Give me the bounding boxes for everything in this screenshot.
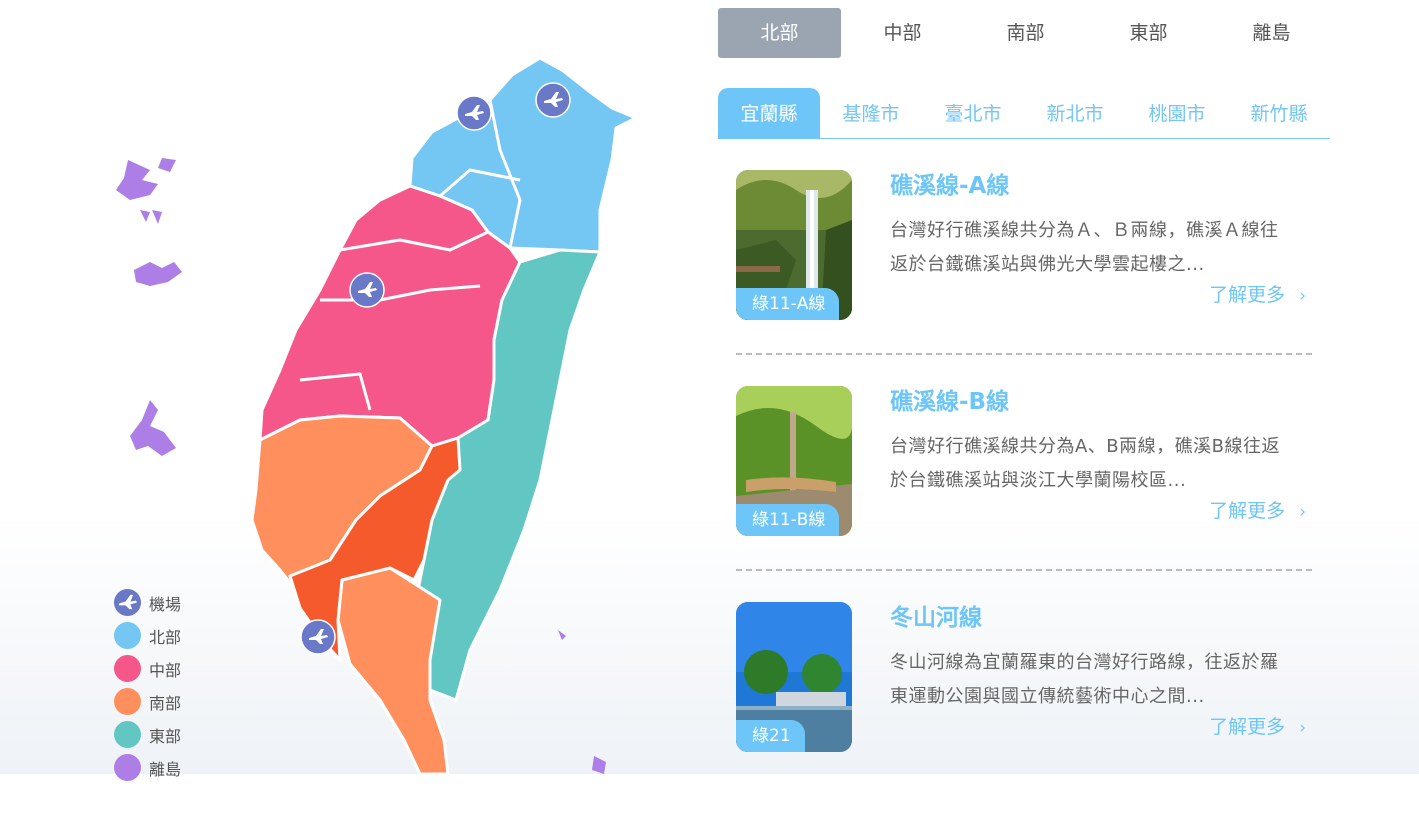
route-description: 台灣好行礁溪線共分為Ａ、Ｂ兩線，礁溪Ａ線往 返於台鐵礁溪站與佛光大學雲起樓之..… [890, 214, 1312, 282]
tab-county-yilan[interactable]: 宜蘭縣 [718, 88, 820, 138]
airport-taichung [349, 272, 385, 308]
dashed-divider [736, 569, 1312, 571]
taiwan-map: 機場 北部 中部 南部 東部 離島 [0, 0, 700, 781]
route-thumbnail[interactable]: 綠21 [736, 602, 852, 752]
tab-region-central[interactable]: 中部 [841, 8, 964, 58]
tab-region-north[interactable]: 北部 [718, 8, 841, 58]
airplane-icon [114, 589, 141, 616]
learn-more-label: 了解更多 [1209, 500, 1286, 522]
route-card: 綠11-A線 礁溪線-A線 台灣好行礁溪線共分為Ａ、Ｂ兩線，礁溪Ａ線往 返於台鐵… [736, 170, 1312, 386]
route-badge: 綠21 [736, 720, 805, 752]
route-title[interactable]: 冬山河線 [890, 602, 982, 634]
tab-region-islands[interactable]: 離島 [1210, 8, 1333, 58]
map-legend: 機場 北部 中部 南部 東部 離島 [114, 586, 181, 784]
route-thumbnail[interactable]: 綠11-B線 [736, 386, 852, 536]
tab-county-keelung[interactable]: 基隆市 [820, 88, 922, 138]
tab-county-taoyuan[interactable]: 桃園市 [1126, 88, 1228, 138]
airport-taoyuan [535, 82, 571, 118]
route-card: 綠21 冬山河線 冬山河線為宜蘭羅東的台灣好行路線，往返於羅 東運動公園與國立傳… [736, 602, 1312, 818]
route-description-line: 台灣好行礁溪線共分為Ａ、Ｂ兩線，礁溪Ａ線往 [890, 220, 1279, 241]
route-card: 綠11-B線 礁溪線-B線 台灣好行礁溪線共分為A、B兩線，礁溪B線往返 於台鐵… [736, 386, 1312, 602]
map-region-central[interactable] [258, 184, 522, 448]
chevron-right-icon: › [1299, 502, 1306, 522]
legend-label: 南部 [149, 693, 182, 713]
legend-item-south: 南部 [114, 685, 181, 718]
taiwan-map-svg [116, 56, 638, 776]
legend-swatch [114, 622, 141, 649]
route-thumbnail[interactable]: 綠11-A線 [736, 170, 852, 320]
airport-songshan [456, 95, 492, 131]
legend-item-east: 東部 [114, 718, 181, 751]
chevron-right-icon: › [1299, 718, 1306, 738]
route-badge: 綠11-B線 [736, 504, 840, 536]
legend-label: 離島 [149, 759, 182, 779]
legend-item-central: 中部 [114, 652, 181, 685]
legend-item-north: 北部 [114, 619, 181, 652]
route-description: 台灣好行礁溪線共分為A、B兩線，礁溪B線往返 於台鐵礁溪站與淡江大學蘭陽校區..… [890, 430, 1312, 498]
legend-swatch [114, 688, 141, 715]
route-description-line: 返於台鐵礁溪站與佛光大學雲起樓之... [890, 254, 1205, 275]
legend-swatch [114, 655, 141, 682]
map-region-south-2[interactable] [336, 566, 450, 776]
learn-more-label: 了解更多 [1209, 716, 1286, 738]
route-description-line: 東運動公園與國立傳統藝術中心之間... [890, 686, 1205, 707]
route-description-line: 於台鐵礁溪站與淡江大學蘭陽校區... [890, 470, 1187, 491]
legend-label: 東部 [149, 726, 182, 746]
legend-label: 中部 [149, 660, 182, 680]
learn-more-link[interactable]: 了解更多 › [1209, 496, 1306, 523]
route-title[interactable]: 礁溪線-A線 [890, 170, 1009, 202]
route-description-line: 台灣好行礁溪線共分為A、B兩線，礁溪B線往返 [890, 436, 1281, 457]
legend-item-airport: 機場 [114, 586, 181, 619]
legend-swatch [114, 754, 141, 781]
tab-region-south[interactable]: 南部 [964, 8, 1087, 58]
legend-item-islands: 離島 [114, 751, 181, 784]
legend-label: 北部 [149, 627, 182, 647]
airport-kaohsiung [300, 619, 336, 655]
route-badge: 綠11-A線 [736, 288, 840, 320]
route-description: 冬山河線為宜蘭羅東的台灣好行路線，往返於羅 東運動公園與國立傳統藝術中心之間..… [890, 646, 1312, 714]
route-list: 綠11-A線 礁溪線-A線 台灣好行礁溪線共分為Ａ、Ｂ兩線，礁溪Ａ線往 返於台鐵… [736, 170, 1312, 818]
route-description-line: 冬山河線為宜蘭羅東的台灣好行路線，往返於羅 [890, 652, 1279, 673]
tab-county-hsinchu[interactable]: 新竹縣 [1228, 88, 1330, 138]
tab-county-new-taipei[interactable]: 新北市 [1024, 88, 1126, 138]
dashed-divider [736, 353, 1312, 355]
learn-more-link[interactable]: 了解更多 › [1209, 712, 1306, 739]
learn-more-link[interactable]: 了解更多 › [1209, 280, 1306, 307]
route-title[interactable]: 礁溪線-B線 [890, 386, 1009, 418]
legend-swatch [114, 721, 141, 748]
learn-more-label: 了解更多 [1209, 284, 1286, 306]
region-tabs: 北部 中部 南部 東部 離島 [718, 8, 1333, 58]
legend-label: 機場 [149, 594, 182, 614]
county-tabs: 宜蘭縣 基隆市 臺北市 新北市 桃園市 新竹縣 [718, 88, 1330, 139]
tab-county-taipei[interactable]: 臺北市 [922, 88, 1024, 138]
chevron-right-icon: › [1299, 286, 1306, 306]
tab-region-east[interactable]: 東部 [1087, 8, 1210, 58]
